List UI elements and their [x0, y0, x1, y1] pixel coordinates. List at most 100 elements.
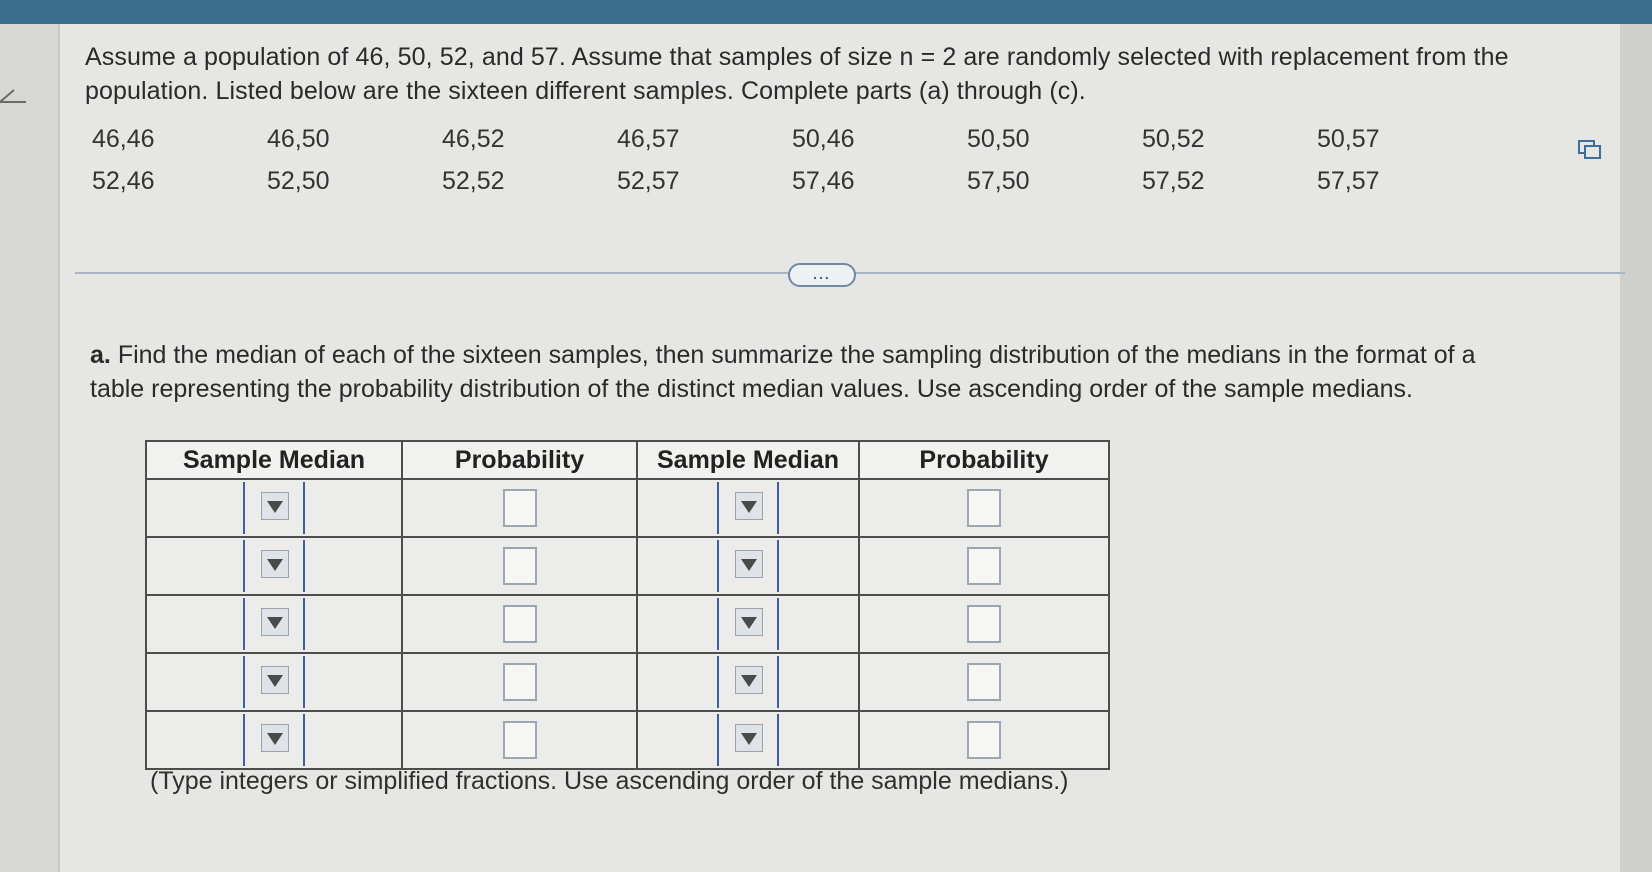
probability-cell: [401, 710, 638, 770]
probability-input[interactable]: [502, 663, 537, 701]
sample-item: 57,46: [792, 166, 855, 195]
median-cell: [145, 536, 403, 596]
dropdown-button[interactable]: [735, 492, 763, 520]
table-row: [145, 594, 1110, 654]
median-cell: [145, 652, 403, 712]
probability-input[interactable]: [502, 605, 537, 643]
samples-row: 46,46 46,50 46,52 46,57 50,46 50,50 50,5…: [92, 118, 1492, 160]
dropdown-button[interactable]: [261, 724, 289, 752]
sample-item: 46,46: [92, 124, 155, 153]
sample-item: 57,50: [967, 166, 1030, 195]
probability-cell: [858, 536, 1110, 596]
dropdown-arrow-icon: [267, 733, 283, 745]
sample-item: 52,57: [617, 166, 680, 195]
table-row: [145, 710, 1110, 770]
expand-more-button[interactable]: ...: [788, 263, 856, 287]
part-a-text: Find the median of each of the sixteen s…: [90, 341, 1476, 403]
dropdown-arrow-icon: [267, 501, 283, 513]
median-dropdown[interactable]: [243, 714, 305, 766]
probability-input[interactable]: [502, 489, 537, 527]
table-row: [145, 478, 1110, 538]
question-text: Assume a population of 46, 50, 52, and 5…: [85, 43, 1509, 105]
right-edge: [1620, 24, 1652, 872]
table-header-row: Sample Median Probability Sample Median …: [145, 440, 1110, 480]
median-cell: [145, 710, 403, 770]
median-cell: [145, 478, 403, 538]
dropdown-arrow-icon: [267, 675, 283, 687]
probability-input[interactable]: [967, 547, 1001, 585]
median-cell: [636, 536, 860, 596]
probability-input[interactable]: [967, 663, 1001, 701]
dropdown-button[interactable]: [735, 724, 763, 752]
dropdown-arrow-icon: [741, 501, 757, 513]
dropdown-button[interactable]: [735, 608, 763, 636]
sample-item: 50,57: [1317, 124, 1380, 153]
samples-row: 52,46 52,50 52,52 52,57 57,46 57,50 57,5…: [92, 160, 1492, 202]
table-row: [145, 536, 1110, 596]
dropdown-arrow-icon: [741, 559, 757, 571]
dropdown-button[interactable]: [261, 608, 289, 636]
header-sample-median: Sample Median: [145, 440, 403, 480]
probability-distribution-table: Sample Median Probability Sample Median …: [145, 440, 1110, 770]
dropdown-arrow-icon: [267, 617, 283, 629]
median-dropdown[interactable]: [243, 482, 305, 534]
median-cell: [636, 478, 860, 538]
probability-cell: [401, 536, 638, 596]
median-dropdown[interactable]: [717, 598, 779, 650]
sample-item: 57,52: [1142, 166, 1205, 195]
table-body: [145, 478, 1110, 770]
dropdown-arrow-icon: [741, 675, 757, 687]
sample-item: 50,46: [792, 124, 855, 153]
median-cell: [636, 594, 860, 654]
part-a-label: a.: [90, 341, 111, 369]
sample-item: 52,50: [267, 166, 330, 195]
answer-format-hint: (Type integers or simplified fractions. …: [150, 767, 1069, 795]
header-sample-median: Sample Median: [636, 440, 860, 480]
dropdown-arrow-icon: [267, 559, 283, 571]
median-dropdown[interactable]: [243, 598, 305, 650]
sample-item: 46,50: [267, 124, 330, 153]
probability-input[interactable]: [502, 547, 537, 585]
dropdown-arrow-icon: [741, 617, 757, 629]
sample-item: 50,50: [967, 124, 1030, 153]
median-dropdown[interactable]: [717, 482, 779, 534]
probability-cell: [858, 478, 1110, 538]
median-cell: [145, 594, 403, 654]
left-panel: [0, 24, 60, 872]
median-dropdown[interactable]: [717, 656, 779, 708]
probability-input[interactable]: [967, 605, 1001, 643]
median-cell: [636, 652, 860, 712]
table-row: [145, 652, 1110, 712]
probability-cell: [858, 652, 1110, 712]
dropdown-button[interactable]: [261, 666, 289, 694]
median-dropdown[interactable]: [243, 540, 305, 592]
top-bar: [0, 0, 1652, 24]
probability-cell: [401, 478, 638, 538]
probability-input[interactable]: [967, 721, 1001, 759]
dropdown-button[interactable]: [261, 550, 289, 578]
probability-cell: [858, 710, 1110, 770]
header-probability: Probability: [858, 440, 1110, 480]
probability-input[interactable]: [502, 721, 537, 759]
part-a-prompt: a. Find the median of each of the sixtee…: [90, 338, 1520, 406]
median-cell: [636, 710, 860, 770]
sample-item: 57,57: [1317, 166, 1380, 195]
sample-item: 52,46: [92, 166, 155, 195]
probability-input[interactable]: [967, 489, 1001, 527]
probability-cell: [401, 594, 638, 654]
dropdown-button[interactable]: [261, 492, 289, 520]
median-dropdown[interactable]: [717, 714, 779, 766]
sample-item: 50,52: [1142, 124, 1205, 153]
sample-item: 52,52: [442, 166, 505, 195]
median-dropdown[interactable]: [243, 656, 305, 708]
back-arrow-icon[interactable]: [0, 82, 28, 122]
header-probability: Probability: [401, 440, 638, 480]
samples-list: 46,46 46,50 46,52 46,57 50,46 50,50 50,5…: [92, 118, 1492, 202]
dropdown-button[interactable]: [735, 666, 763, 694]
copy-icon[interactable]: [1578, 140, 1602, 160]
probability-cell: [858, 594, 1110, 654]
sample-item: 46,52: [442, 124, 505, 153]
dropdown-arrow-icon: [741, 733, 757, 745]
median-dropdown[interactable]: [717, 540, 779, 592]
dropdown-button[interactable]: [735, 550, 763, 578]
